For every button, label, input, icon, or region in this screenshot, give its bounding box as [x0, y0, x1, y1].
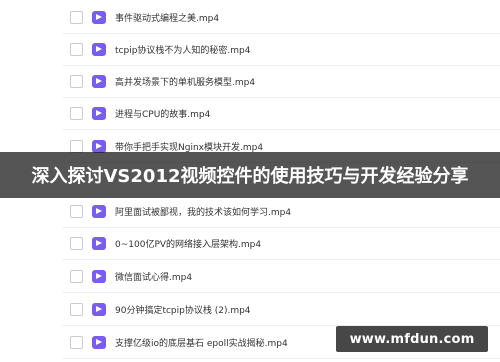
file-name[interactable]: 0~100亿PV的网络接入层架构.mp4: [115, 237, 261, 250]
video-file-icon: [92, 302, 106, 316]
file-name[interactable]: 事件驱动式编程之美.mp4: [115, 11, 219, 24]
watermark-text: www.mfdun.com: [349, 331, 475, 347]
video-file-icon: [92, 139, 106, 153]
checkbox[interactable]: [70, 204, 83, 218]
title-banner: 深入探讨VS2012视频控件的使用技巧与开发经验分享: [0, 152, 500, 198]
checkbox[interactable]: [70, 335, 83, 349]
list-item[interactable]: tcpip协议栈不为人知的秘密.mp4: [0, 32, 500, 66]
video-file-icon: [92, 269, 106, 283]
checkbox[interactable]: [70, 42, 83, 56]
checkbox[interactable]: [70, 302, 83, 316]
banner-title: 深入探讨VS2012视频控件的使用技巧与开发经验分享: [31, 166, 469, 187]
list-item[interactable]: 微信面试心得.mp4: [0, 259, 500, 293]
video-file-icon: [92, 335, 106, 349]
checkbox[interactable]: [70, 236, 83, 250]
list-item[interactable]: 阿里面试被鄙视，我的技术该如何学习.mp4: [0, 194, 500, 228]
video-file-icon: [92, 42, 106, 56]
list-item[interactable]: 进程与CPU的故事.mp4: [0, 96, 500, 130]
list-item[interactable]: 高并发场景下的单机服务模型.mp4: [0, 64, 500, 98]
video-file-icon: [92, 10, 106, 24]
video-file-icon: [92, 204, 106, 218]
video-file-icon: [92, 74, 106, 88]
list-item[interactable]: 90分钟搞定tcpip协议栈 (2).mp4: [0, 292, 500, 326]
file-name[interactable]: 进程与CPU的故事.mp4: [115, 107, 210, 120]
video-file-icon: [92, 236, 106, 250]
file-name[interactable]: 阿里面试被鄙视，我的技术该如何学习.mp4: [115, 205, 291, 218]
watermark: www.mfdun.com: [336, 326, 488, 352]
file-name[interactable]: 微信面试心得.mp4: [115, 270, 192, 283]
list-item[interactable]: 0~100亿PV的网络接入层架构.mp4: [0, 226, 500, 260]
checkbox[interactable]: [70, 139, 83, 153]
file-name[interactable]: 带你手把手实现Nginx模块开发.mp4: [115, 140, 263, 153]
checkbox[interactable]: [70, 106, 83, 120]
checkbox[interactable]: [70, 74, 83, 88]
checkbox[interactable]: [70, 269, 83, 283]
file-name[interactable]: 高并发场景下的单机服务模型.mp4: [115, 75, 255, 88]
checkbox[interactable]: [70, 10, 83, 24]
file-name[interactable]: 90分钟搞定tcpip协议栈 (2).mp4: [115, 303, 251, 316]
file-name[interactable]: 支撑亿级io的底层基石 epoll实战揭秘.mp4: [115, 336, 288, 349]
video-file-icon: [92, 106, 106, 120]
file-name[interactable]: tcpip协议栈不为人知的秘密.mp4: [115, 43, 250, 56]
list-item[interactable]: 事件驱动式编程之美.mp4: [0, 0, 500, 34]
